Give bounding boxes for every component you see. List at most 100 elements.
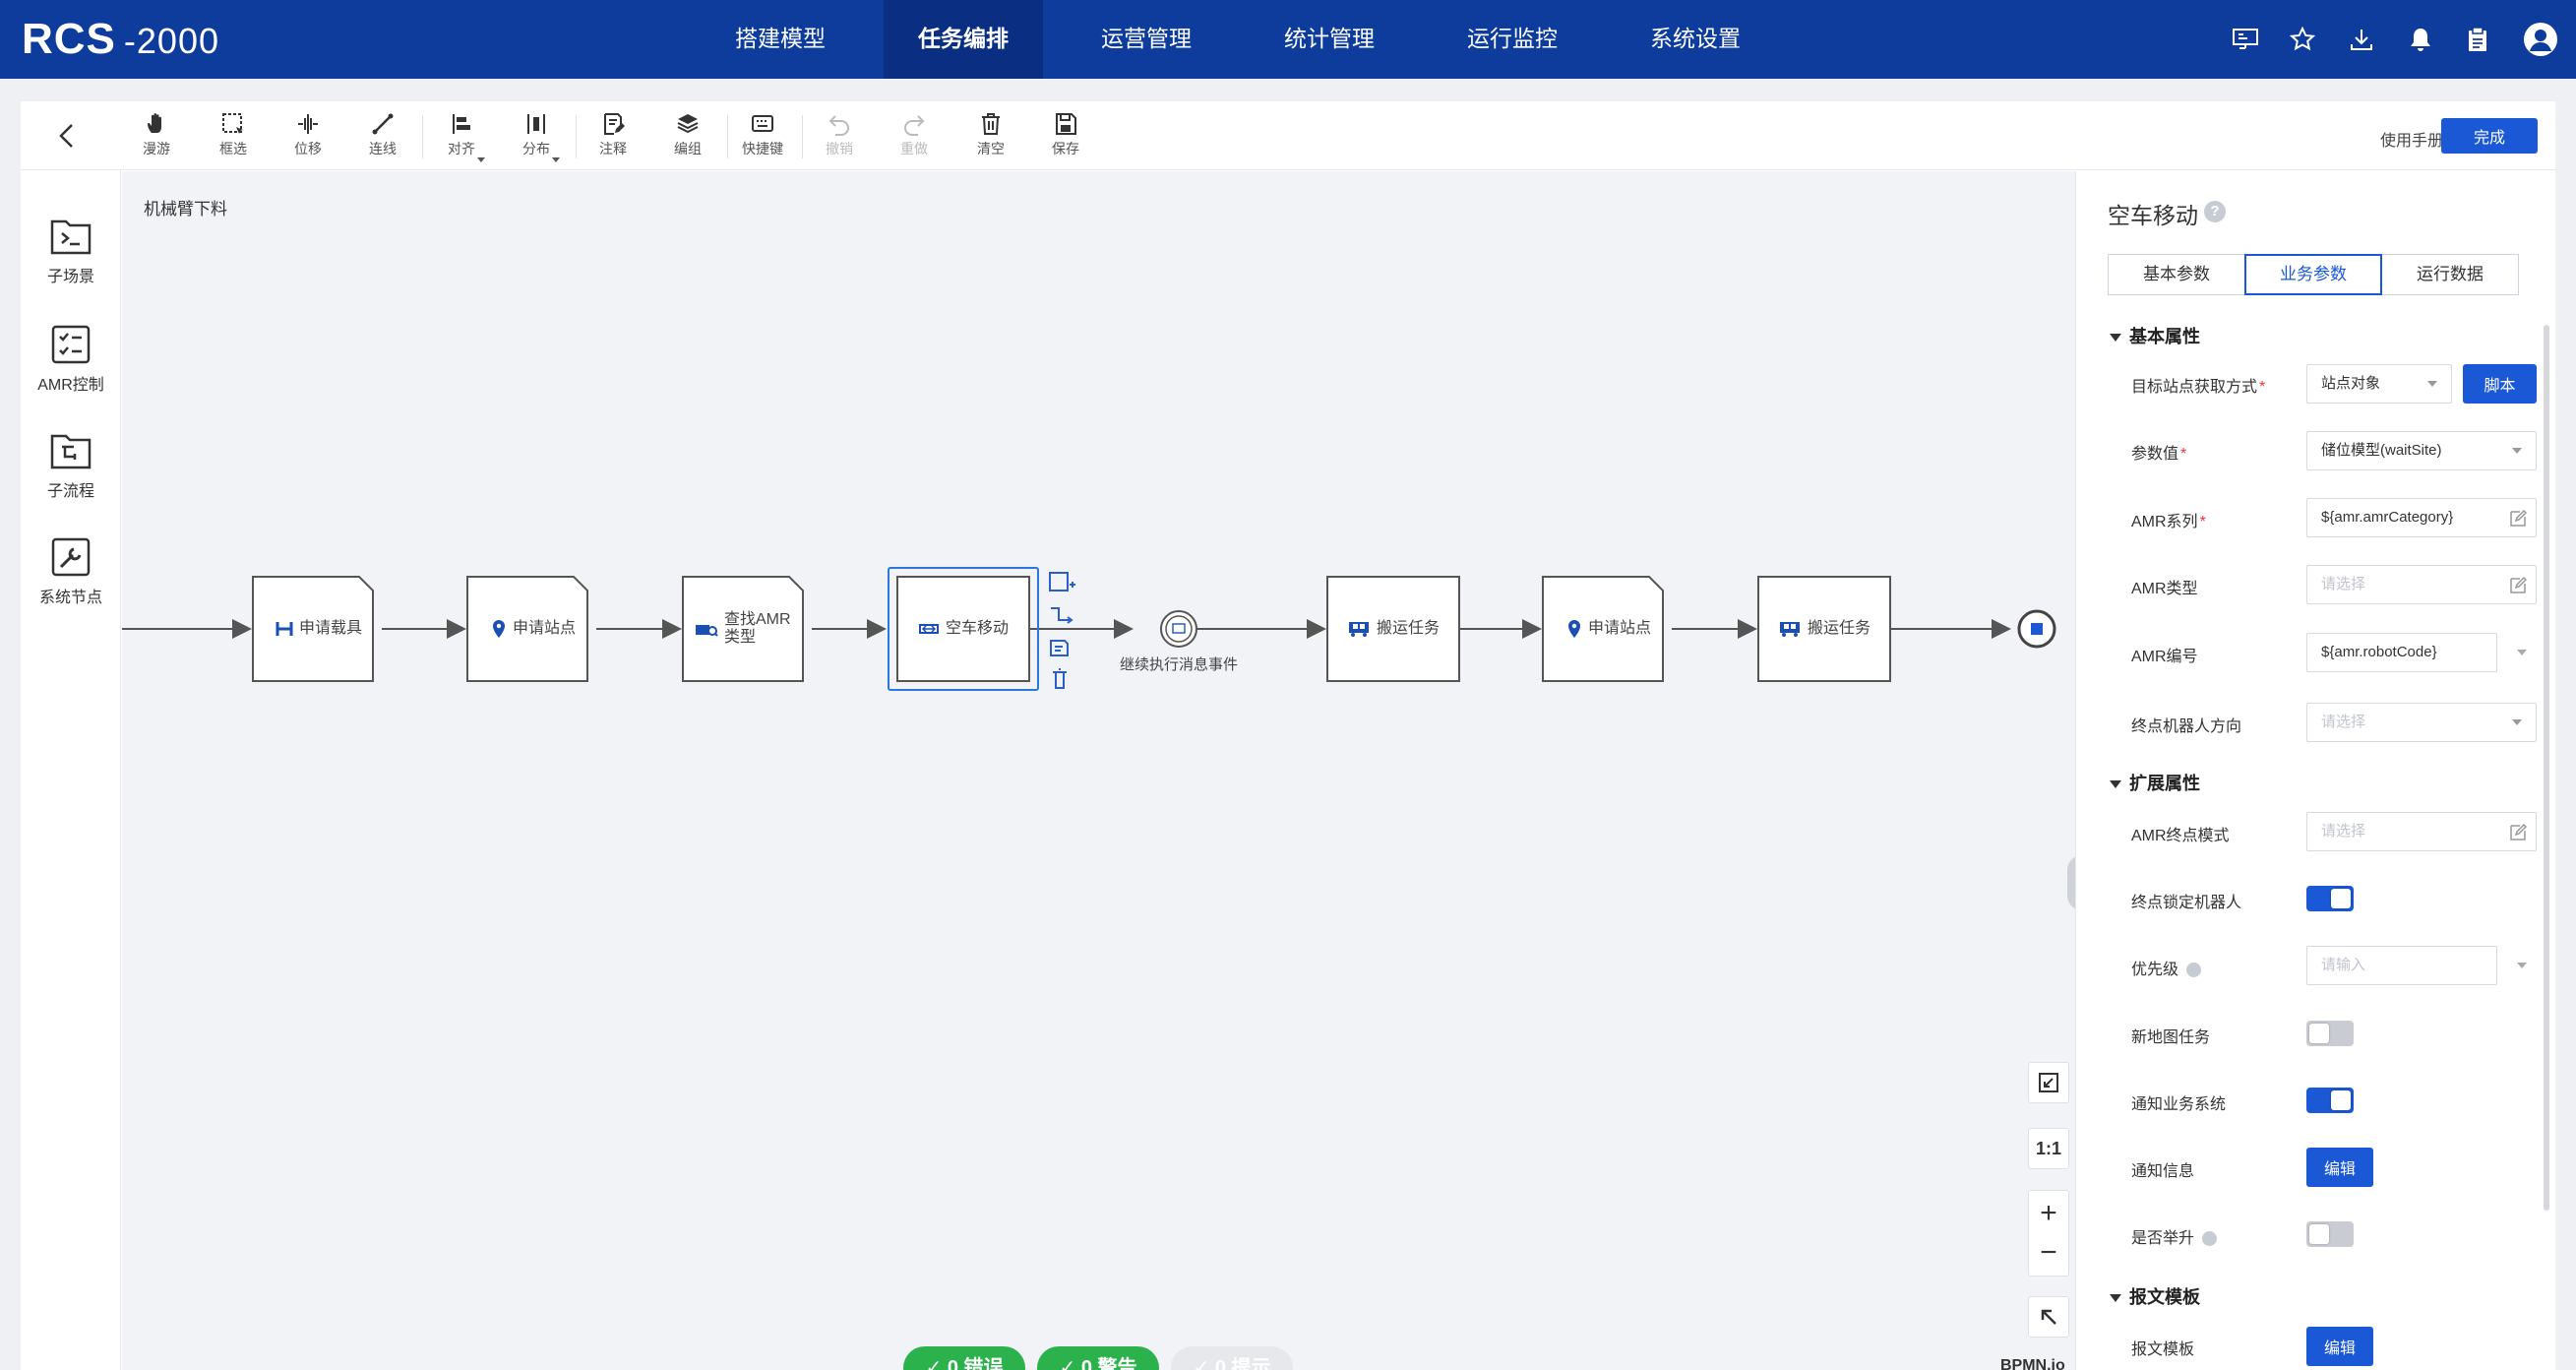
- bell-icon[interactable]: [2403, 22, 2438, 57]
- notify-system-toggle[interactable]: [2306, 1088, 2354, 1113]
- palette-item-sub-process[interactable]: 子流程: [21, 430, 121, 529]
- sub-process-icon: [50, 434, 92, 469]
- tool-save-button[interactable]: 保存: [1034, 109, 1097, 166]
- end-mode-input[interactable]: 请选择: [2306, 812, 2537, 851]
- zoom-out-button[interactable]: −: [2040, 1233, 2057, 1273]
- user-avatar-icon[interactable]: [2521, 20, 2560, 59]
- marquee-select-icon: [222, 113, 243, 134]
- tab-basic-params[interactable]: 基本参数: [2108, 254, 2245, 295]
- target-method-select[interactable]: 站点对象: [2306, 364, 2452, 404]
- nav-item-settings[interactable]: 系统设置: [1616, 0, 1775, 79]
- manual-link[interactable]: 使用手册: [2380, 127, 2443, 151]
- tool-marquee-button[interactable]: 框选: [202, 109, 265, 166]
- tool-group-button[interactable]: 编组: [656, 109, 719, 166]
- carrier-icon: [276, 621, 293, 637]
- amr-control-icon: [51, 325, 91, 364]
- transport-icon: [1778, 620, 1802, 638]
- amr-code-input[interactable]: ${amr.robotCode}: [2306, 633, 2497, 672]
- priority-label: 优先级: [2131, 956, 2202, 979]
- distribute-icon: [527, 114, 545, 134]
- notify-info-edit-button[interactable]: 编辑: [2306, 1148, 2373, 1187]
- transport-icon: [1347, 620, 1371, 638]
- palette-item-system-node[interactable]: 系统节点: [21, 536, 121, 635]
- tab-runtime-data[interactable]: 运行数据: [2381, 254, 2519, 295]
- help-icon[interactable]: ?: [2204, 201, 2226, 222]
- edit-icon[interactable]: [2508, 509, 2528, 529]
- edit-icon[interactable]: [2508, 823, 2528, 842]
- amr-type-input[interactable]: 请选择: [2306, 565, 2537, 604]
- task-node[interactable]: 搬运任务: [1327, 577, 1459, 681]
- append-task-icon[interactable]: [1049, 572, 1069, 592]
- task-node[interactable]: 搬运任务: [1758, 577, 1890, 681]
- section-extended-properties[interactable]: 扩展属性: [2110, 770, 2200, 795]
- amr-series-input[interactable]: ${amr.amrCategory}: [2306, 498, 2537, 537]
- palette-item-amr-control[interactable]: AMR控制: [21, 324, 121, 422]
- lift-toggle[interactable]: [2306, 1221, 2354, 1247]
- task-node[interactable]: 申请站点: [467, 577, 599, 681]
- edit-icon[interactable]: [2508, 576, 2528, 595]
- star-icon[interactable]: [2285, 22, 2320, 57]
- tool-move-button[interactable]: 位移: [276, 109, 339, 166]
- info-icon[interactable]: [2202, 1231, 2218, 1247]
- task-node-selected[interactable]: 空车移动: [897, 577, 1029, 681]
- fit-view-button[interactable]: [2028, 1062, 2069, 1103]
- connect-icon[interactable]: [1051, 607, 1073, 624]
- tool-shortcut-button[interactable]: 快捷键: [731, 109, 794, 166]
- warnings-badge[interactable]: ✓ 0 警告: [1037, 1346, 1159, 1370]
- nav-item-build-model[interactable]: 搭建模型: [701, 0, 860, 79]
- section-basic-properties[interactable]: 基本属性: [2110, 323, 2200, 348]
- tool-redo-button[interactable]: 重做: [883, 109, 946, 166]
- tool-distribute-button[interactable]: 分布: [505, 109, 568, 166]
- task-node[interactable]: 查找AMR类型: [683, 577, 815, 681]
- tool-align-button[interactable]: 对齐: [430, 109, 493, 166]
- section-message-template[interactable]: 报文模板: [2110, 1283, 2200, 1309]
- task-node[interactable]: 申请载具: [253, 577, 385, 681]
- script-button[interactable]: 脚本: [2463, 364, 2537, 404]
- nav-item-statistics[interactable]: 统计管理: [1250, 0, 1409, 79]
- app-root: RCS-2000 搭建模型 任务编排 运营管理 统计管理 运行监控 系统设置: [0, 0, 2576, 1370]
- info-icon[interactable]: [2186, 963, 2202, 978]
- target-method-label: 目标站点获取方式 *: [2131, 379, 2266, 396]
- bpmn-canvas[interactable]: 机械臂下料 申请载具 申请站点 查找AMR类型 空车移动 搬运任务 申请站点 搬…: [122, 171, 2075, 1370]
- tab-business-params[interactable]: 业务参数: [2244, 254, 2382, 295]
- task-node[interactable]: 申请站点: [1543, 577, 1675, 681]
- tool-pan-button[interactable]: 漫游: [125, 109, 188, 166]
- monitor-icon[interactable]: [2228, 22, 2263, 57]
- lock-robot-toggle[interactable]: [2306, 886, 2354, 911]
- chevron-down-icon[interactable]: [2517, 650, 2527, 655]
- back-button[interactable]: [50, 119, 84, 153]
- nav-item-operation[interactable]: 运营管理: [1067, 0, 1226, 79]
- download-icon[interactable]: [2344, 22, 2379, 57]
- message-template-edit-button[interactable]: 编辑: [2306, 1327, 2373, 1366]
- priority-input[interactable]: 请输入: [2306, 946, 2497, 985]
- errors-badge[interactable]: ✓ 0 错误: [903, 1346, 1025, 1370]
- done-button[interactable]: 完成: [2441, 118, 2538, 154]
- collapse-arrow-button[interactable]: [2028, 1296, 2069, 1338]
- nav-item-task-orchestration[interactable]: 任务编排: [884, 0, 1043, 79]
- connect-line-icon: [372, 113, 394, 135]
- hints-badge[interactable]: ✓ 0 提示: [1171, 1346, 1293, 1370]
- tool-connect-button[interactable]: 连线: [351, 109, 414, 166]
- clipboard-icon[interactable]: [2460, 22, 2495, 57]
- tool-clear-button[interactable]: 清空: [959, 109, 1022, 166]
- delete-icon[interactable]: [1053, 668, 1067, 689]
- palette-item-sub-scene[interactable]: 子场景: [21, 216, 121, 314]
- nav-item-monitor[interactable]: 运行监控: [1433, 0, 1592, 79]
- end-mode-label: AMR终点模式: [2131, 828, 2230, 844]
- chevron-down-icon[interactable]: [2517, 963, 2527, 968]
- properties-scrollbar[interactable]: [2544, 325, 2549, 1211]
- system-node-icon: [51, 537, 91, 577]
- new-map-task-toggle[interactable]: [2306, 1021, 2354, 1046]
- zoom-reset-button[interactable]: 1:1: [2028, 1128, 2069, 1169]
- zoom-in-button[interactable]: +: [2040, 1194, 2057, 1233]
- tool-annotation-button[interactable]: 注释: [582, 109, 644, 166]
- param-value-label: 参数值 *: [2131, 446, 2187, 463]
- properties-title: 空车移动: [2108, 203, 2198, 228]
- lift-label: 是否举升: [2131, 1224, 2218, 1248]
- dropdown-caret: [552, 157, 560, 162]
- param-value-select[interactable]: 储位模型(waitSite): [2306, 431, 2537, 470]
- tool-undo-button[interactable]: 撤销: [808, 109, 871, 166]
- end-direction-select[interactable]: 请选择: [2306, 703, 2537, 742]
- annotate-icon[interactable]: [1050, 640, 1069, 656]
- align-icon: [453, 114, 470, 134]
